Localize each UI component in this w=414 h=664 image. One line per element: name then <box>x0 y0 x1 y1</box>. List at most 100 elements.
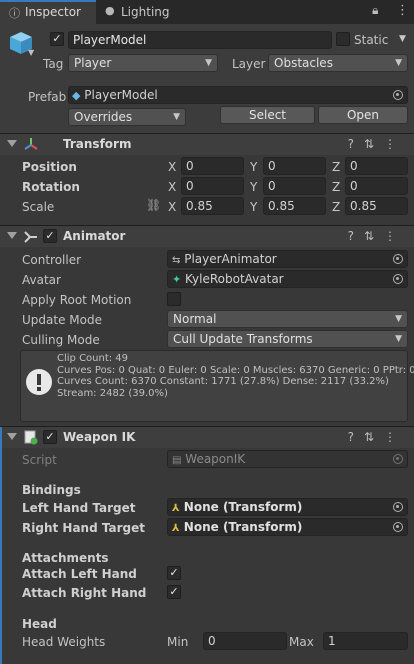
static-checkbox[interactable] <box>336 32 350 46</box>
animator-enabled-checkbox[interactable]: ✓ <box>43 229 57 243</box>
object-name-field[interactable]: PlayerModel <box>68 31 332 49</box>
controller-picker-icon[interactable] <box>393 254 403 264</box>
more-options-icon[interactable]: ⋮ <box>396 3 409 18</box>
position-y-field[interactable]: 0 <box>263 157 326 175</box>
help-icon[interactable]: ? <box>348 430 364 444</box>
update-mode-label: Update Mode <box>22 313 102 327</box>
component-header-icons[interactable]: ?⇅⋮ <box>348 229 406 243</box>
animator-header[interactable]: ✓ Animator ?⇅⋮ <box>0 225 414 247</box>
lock-icon[interactable]: 🔒︎ <box>372 3 378 18</box>
tab-inspector[interactable]: ⓘ Inspector <box>0 0 96 24</box>
transform-header[interactable]: Transform ?⇅⋮ <box>0 133 414 155</box>
max-label: Max <box>289 635 314 649</box>
script-label: Script <box>22 453 57 467</box>
animator-info-text: Clip Count: 49 Curves Pos: 0 Quat: 0 Eul… <box>57 353 414 399</box>
prefab-field[interactable]: ◆ PlayerModel <box>68 86 408 104</box>
inspector-tab-icon: ⓘ <box>9 7 20 20</box>
animator-title: Animator <box>63 229 126 243</box>
transform-small-icon: ⅄ <box>172 503 180 514</box>
rotation-x-field[interactable]: 0 <box>181 177 244 195</box>
update-mode-dropdown[interactable]: Normal ▼ <box>167 310 408 328</box>
layer-value: Obstacles <box>274 56 333 70</box>
constrain-proportions-icon[interactable]: ⛓ <box>146 198 161 212</box>
help-icon[interactable]: ? <box>348 229 364 243</box>
scale-x-axis: X <box>168 200 177 214</box>
right-hand-target-field[interactable]: ⅄ None (Transform) <box>167 518 408 536</box>
preset-icon[interactable]: ⇅ <box>364 229 384 243</box>
prefab-picker-icon[interactable] <box>393 90 403 100</box>
head-weights-max-field[interactable]: 1 <box>323 632 408 650</box>
avatar-picker-icon[interactable] <box>393 274 403 284</box>
controller-field[interactable]: ⇆ PlayerAnimator <box>167 250 408 268</box>
right-hand-picker-icon[interactable] <box>393 522 403 532</box>
avatar-field[interactable]: ✦ KyleRobotAvatar <box>167 270 408 288</box>
culling-mode-dropdown[interactable]: Cull Update Transforms ▼ <box>167 330 408 348</box>
weapon-ik-header[interactable]: ✓ Weapon IK ?⇅⋮ <box>0 426 414 448</box>
lighting-tab-icon: ● <box>105 4 115 17</box>
position-z-field[interactable]: 0 <box>345 157 408 175</box>
info-line: Curves Count: 6370 Constant: 1771 (27.8%… <box>57 376 389 387</box>
select-button[interactable]: Select <box>220 106 315 124</box>
preset-icon[interactable]: ⇅ <box>364 137 384 151</box>
component-header-icons[interactable]: ?⇅⋮ <box>348 430 406 444</box>
tag-dropdown[interactable]: Player ▼ <box>68 54 218 72</box>
script-value: WeaponIK <box>185 452 246 466</box>
icon-dropdown-arrow-icon[interactable]: ▼ <box>28 48 34 57</box>
weapon-ik-enabled-checkbox[interactable]: ✓ <box>43 430 57 444</box>
overrides-dropdown[interactable]: Overrides ▼ <box>68 108 186 126</box>
component-header-icons[interactable]: ?⇅⋮ <box>348 137 406 151</box>
attach-left-hand-label: Attach Left Hand <box>22 567 137 581</box>
position-z-axis: Z <box>332 160 341 174</box>
foldout-arrow-icon[interactable] <box>7 140 17 147</box>
preset-icon[interactable]: ⇅ <box>364 430 384 444</box>
active-checkbox[interactable]: ✓ <box>50 32 64 46</box>
open-button[interactable]: Open <box>318 106 408 124</box>
attach-left-hand-checkbox[interactable]: ✓ <box>167 566 181 580</box>
context-menu-icon[interactable]: ⋮ <box>384 430 406 444</box>
apply-root-motion-checkbox[interactable] <box>167 292 181 306</box>
context-menu-icon[interactable]: ⋮ <box>384 229 406 243</box>
attach-right-hand-checkbox[interactable]: ✓ <box>167 585 181 599</box>
head-weights-label: Head Weights <box>22 635 106 649</box>
weapon-ik-title: Weapon IK <box>63 430 136 444</box>
left-hand-picker-icon[interactable] <box>393 502 403 512</box>
position-label: Position <box>22 160 77 174</box>
head-weights-min-field[interactable]: 0 <box>203 632 287 650</box>
position-x-axis: X <box>168 160 177 174</box>
chevron-down-icon: ▼ <box>173 112 180 122</box>
foldout-arrow-icon[interactable] <box>7 433 17 440</box>
info-line: Stream: 2482 (39.0%) <box>57 387 168 399</box>
static-dropdown-arrow-icon[interactable]: ▼ <box>399 34 406 44</box>
rotation-z-field[interactable]: 0 <box>345 177 408 195</box>
transform-small-icon: ⅄ <box>172 523 180 534</box>
position-y-axis: Y <box>250 160 258 174</box>
avatar-figure-icon: ✦ <box>172 273 182 286</box>
rotation-y-field[interactable]: 0 <box>263 177 326 195</box>
scale-z-field[interactable]: 0.85 <box>345 197 408 215</box>
prefab-value: PlayerModel <box>84 88 158 102</box>
left-hand-target-field[interactable]: ⅄ None (Transform) <box>167 498 408 516</box>
scale-x-field[interactable]: 0.85 <box>181 197 244 215</box>
update-mode-value: Normal <box>173 312 217 326</box>
prefab-small-cube-icon: ◆ <box>72 89 81 102</box>
scale-y-axis: Y <box>250 200 258 214</box>
tag-value: Player <box>74 56 112 70</box>
apply-root-motion-label: Apply Root Motion <box>22 293 132 307</box>
right-hand-target-value: None (Transform) <box>183 520 303 534</box>
help-icon[interactable]: ? <box>348 137 364 151</box>
bindings-header: Bindings <box>22 483 81 497</box>
scale-y-field[interactable]: 0.85 <box>263 197 326 215</box>
script-file-icon: ▤ <box>172 455 182 466</box>
foldout-arrow-icon[interactable] <box>7 232 17 239</box>
controller-value: PlayerAnimator <box>184 252 277 266</box>
tab-lighting[interactable]: ● Lighting <box>97 0 187 24</box>
transform-title: Transform <box>63 137 132 151</box>
position-x-field[interactable]: 0 <box>181 157 244 175</box>
info-icon <box>26 369 52 395</box>
layer-dropdown[interactable]: Obstacles ▼ <box>268 54 408 72</box>
tag-label: Tag <box>43 57 64 71</box>
rotation-label: Rotation <box>22 180 80 194</box>
context-menu-icon[interactable]: ⋮ <box>384 137 406 151</box>
left-hand-target-value: None (Transform) <box>183 500 303 514</box>
min-label: Min <box>167 635 189 649</box>
